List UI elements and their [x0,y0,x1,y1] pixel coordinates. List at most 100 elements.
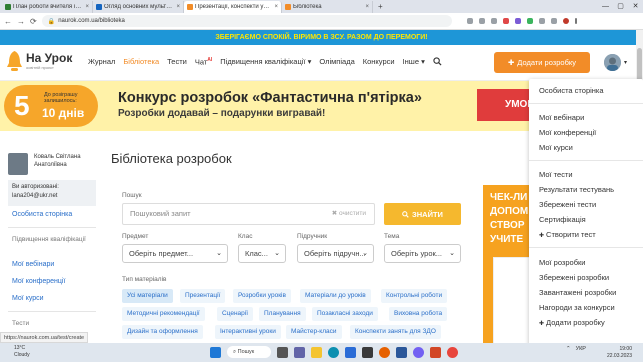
menu-item-awards[interactable]: Нагороди за конкурси [539,303,615,312]
nav-journal[interactable]: Журнал [88,57,115,67]
word-icon[interactable] [396,346,407,358]
tray-chevron-icon[interactable]: ⌃ [566,346,571,352]
weather-widget[interactable]: 13°C Cloudy [4,345,30,359]
chat-app-icon[interactable] [294,346,305,358]
checklist-ad[interactable]: ЧЕК-ЛИ ДОПОМ СТВОР УЧИТЕ [481,131,531,349]
extension-icon[interactable] [490,18,497,24]
site-logo[interactable]: На Урок освітній проєкт [6,50,72,72]
menu-item-create-test[interactable]: Створити тест [539,230,596,239]
avatar[interactable] [8,153,28,175]
extension-icon[interactable] [538,18,545,24]
chrome-icon[interactable] [447,346,458,358]
nav-olympiad[interactable]: Олімпіада [319,57,354,67]
find-button[interactable]: ЗНАЙТИ [384,203,461,225]
powerpoint-icon[interactable] [430,346,441,358]
menu-item-saved-tests[interactable]: Збережені тести [539,200,596,209]
subject-select[interactable]: Оберіть предмет... ⌄ [122,244,228,263]
firefox-icon[interactable] [379,346,390,358]
menu-item-conferences[interactable]: Мої конференції [539,128,596,137]
sidebar-item-own-page[interactable]: Особиста сторінка [12,211,72,218]
add-material-button[interactable]: ✚ Додати розробку [494,52,590,73]
nav-chat[interactable]: ЧатAI [195,57,212,67]
extension-icon[interactable] [526,18,533,24]
url-field[interactable]: 🔒 naurok.com.ua/biblioteka [41,15,452,27]
nav-library[interactable]: Бібліотека [123,57,159,67]
browser-tab[interactable]: Бібліотека × [282,1,373,13]
sidebar-item-conferences[interactable]: Мої конференції [12,278,65,285]
sidebar-item-courses[interactable]: Мої курси [12,295,44,302]
minimize-button[interactable]: — [598,0,613,13]
language-indicator[interactable]: УКР [576,346,586,352]
viber-icon[interactable] [413,346,424,358]
extension-icon[interactable] [478,18,485,24]
close-tab-icon[interactable]: × [176,4,180,10]
new-tab-button[interactable]: + [373,1,388,13]
profile-icon[interactable] [562,18,569,24]
taskbar-clock[interactable]: 19:00 22.03.2023 [600,346,632,360]
chevron-down-icon[interactable]: ▾ [624,59,627,66]
filter-chip[interactable]: Конспекти занять для ЗДО [350,325,441,339]
extension-icon[interactable] [466,18,473,24]
nav-other[interactable]: Інше ▾ [403,57,425,67]
taskbar-search[interactable]: ⌕ Пошук [227,346,271,358]
user-avatar[interactable] [604,54,621,71]
maximize-button[interactable]: ▢ [613,0,628,13]
search-icon[interactable] [433,57,442,66]
extension-icon[interactable] [550,18,557,24]
filter-chip[interactable]: Позакласні заходи [312,307,378,321]
grade-select[interactable]: Клас... ⌄ [238,244,286,263]
menu-item-own-page[interactable]: Особиста сторінка [539,86,604,95]
close-tab-icon[interactable]: × [274,4,278,10]
nav-qualification[interactable]: Підвищення кваліфікації ▾ [220,57,311,67]
menu-item-test-results[interactable]: Результати тестувань [539,185,614,194]
filter-chip[interactable]: Планування [259,307,306,321]
store-icon[interactable] [345,346,356,358]
clear-search-button[interactable]: ✖ очистити [332,204,366,224]
textbook-select[interactable]: Оберіть підручн... ⌄ [297,244,374,263]
menu-item-courses[interactable]: Мої курси [539,143,573,152]
filter-chip[interactable]: Розробки уроків [233,289,291,303]
nav-tests[interactable]: Тести [167,57,187,67]
filter-chip[interactable]: Методичні рекомендації [122,307,205,321]
close-tab-icon[interactable]: × [365,4,369,10]
task-view-icon[interactable] [277,346,288,358]
topic-select[interactable]: Оберіть урок... ⌄ [384,244,461,263]
search-input[interactable]: Пошуковий запит ✖ очистити [122,203,375,225]
promo-conditions-button[interactable]: УМОВИ [477,89,535,121]
menu-item-downloaded-materials[interactable]: Завантажені розробки [539,288,616,297]
edge-icon[interactable] [328,346,339,358]
browser-tab[interactable]: Огляд основних мультимедійних × [93,1,184,13]
back-icon[interactable]: ← [4,17,12,26]
file-explorer-icon[interactable] [311,346,322,358]
extension-icon[interactable] [502,18,509,24]
browser-tab-strip: План роботи вчителя інф. біол. × Огляд о… [0,0,643,13]
forward-icon[interactable]: → [17,17,25,26]
menu-item-webinars[interactable]: Мої вебінари [539,113,584,122]
extension-icon[interactable] [514,18,521,24]
reload-icon[interactable]: ⟳ [30,17,37,26]
menu-item-saved-materials[interactable]: Збережені розробки [539,273,609,282]
filter-chip[interactable]: Матеріали до уроків [300,289,371,303]
menu-item-my-tests[interactable]: Мої тести [539,170,573,179]
filter-chip[interactable]: Виховна робота [389,307,448,321]
close-window-button[interactable]: ✕ [628,0,643,13]
app-icon[interactable] [362,346,373,358]
filter-chip[interactable]: Дизайн та оформлення [122,325,203,339]
browser-tab[interactable]: План роботи вчителя інф. біол. × [2,1,93,13]
filter-chip[interactable]: Інтерактивні уроки [215,325,281,339]
menu-dots-icon[interactable] [574,18,577,24]
menu-item-my-materials[interactable]: Мої розробки [539,258,585,267]
nav-contests[interactable]: Конкурси [363,57,395,67]
menu-item-add-material[interactable]: Додати розробку [539,318,605,327]
filter-chip[interactable]: Контрольні роботи [381,289,448,303]
filter-chip[interactable]: Майстер-класи [286,325,342,339]
browser-tab-active[interactable]: Презентації, конспекти уроків × [184,1,282,13]
close-tab-icon[interactable]: × [85,4,89,10]
auth-info: Ви авторизовані: lana204@ukr.net [8,180,96,206]
filter-chip[interactable]: Сценарії [217,307,254,321]
windows-start-icon[interactable] [210,346,221,358]
menu-item-certification[interactable]: Сертифікація [539,215,586,224]
sidebar-item-webinars[interactable]: Мої вебінари [12,261,54,268]
filter-chip[interactable]: Презентації [180,289,226,303]
filter-chip[interactable]: Усі матеріали [122,289,173,303]
